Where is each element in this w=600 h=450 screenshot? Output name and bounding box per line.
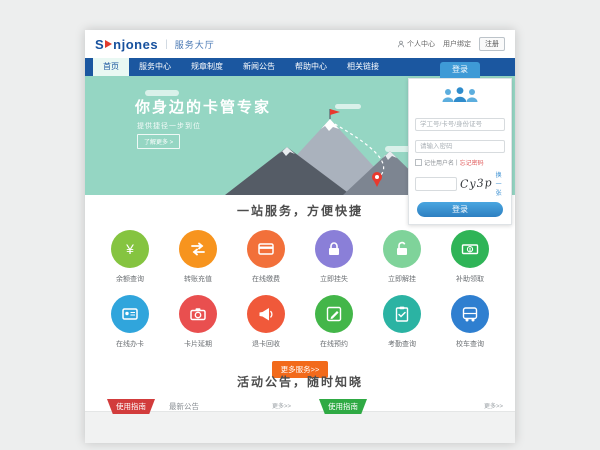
captcha-image[interactable]: Cy3p (460, 176, 493, 191)
password-input[interactable] (415, 140, 505, 153)
service-item-subsidy[interactable]: $ 补助领取 (439, 230, 501, 284)
service-item-balance[interactable]: ¥ 余额查询 (99, 230, 161, 284)
captcha-input[interactable] (415, 177, 457, 191)
tab-latest-news[interactable]: 最新公告 (169, 399, 199, 414)
services-row-2: 在线办卡 卡片延期 退卡回收 在线预约 (85, 295, 515, 349)
remember-row: 记住用户名 | 忘记密码 (415, 158, 505, 167)
lock-icon (315, 230, 353, 268)
site-header: S njones | 服务大厅 个人中心 用户绑定 注册 (85, 30, 515, 58)
login-card: 登录 记住用户名 | 忘记密码 (408, 62, 512, 225)
user-binding-label: 用户绑定 (443, 39, 471, 49)
service-item-payment[interactable]: 在线缴费 (235, 230, 297, 284)
username-input[interactable] (415, 118, 505, 131)
nav-item-service-center[interactable]: 服务中心 (129, 58, 181, 76)
unlock-icon (383, 230, 421, 268)
users-group-icon (415, 86, 505, 109)
login-form: 记住用户名 | 忘记密码 Cy3p 换一张 登录 (408, 78, 512, 225)
hero-subline: 提供捷径一步到位 (137, 121, 201, 131)
svg-text:¥: ¥ (125, 241, 134, 257)
login-divider: | (456, 160, 458, 166)
service-item-reservation[interactable]: 在线预约 (303, 295, 365, 349)
nav-item-links[interactable]: 相关链接 (337, 58, 389, 76)
yuan-icon: ¥ (111, 230, 149, 268)
megaphone-icon (247, 295, 285, 333)
service-item-transfer[interactable]: 转账充值 (167, 230, 229, 284)
nav-item-help-center[interactable]: 帮助中心 (285, 58, 337, 76)
tab-usage-guide-red[interactable]: 使用指南 (107, 399, 155, 414)
header-divider: | (165, 39, 168, 50)
service-item-school-bus[interactable]: 校车查询 (439, 295, 501, 349)
transfer-arrows-icon (179, 230, 217, 268)
portal-page: S njones | 服务大厅 个人中心 用户绑定 注册 (85, 30, 515, 443)
more-link-left[interactable]: 更多>> (272, 401, 291, 410)
remember-label: 记住用户名 (424, 158, 454, 167)
services-row-1: ¥ 余额查询 转账充值 在线缴费 立即挂失 (85, 230, 515, 284)
announcements-title: 活动公告，随时知晓 (85, 373, 515, 390)
service-item-apply-card[interactable]: 在线办卡 (99, 295, 161, 349)
service-item-card-renewal[interactable]: 卡片延期 (167, 295, 229, 349)
service-item-attendance[interactable]: 考勤查询 (371, 295, 433, 349)
logo[interactable]: S njones (95, 37, 158, 52)
nav-item-home[interactable]: 首页 (93, 58, 129, 76)
service-item-report-loss[interactable]: 立即挂失 (303, 230, 365, 284)
logo-text-prefix: S (95, 37, 104, 52)
screenshot-canvas: S njones | 服务大厅 个人中心 用户绑定 注册 (0, 0, 600, 450)
forgot-password-link[interactable]: 忘记密码 (460, 158, 484, 167)
banknote-icon: $ (451, 230, 489, 268)
announcement-panel-left: 使用指南 最新公告 更多>> (95, 399, 293, 417)
login-tab[interactable]: 登录 (440, 62, 480, 78)
header-right: 个人中心 用户绑定 注册 (397, 37, 505, 51)
service-item-unlock[interactable]: 立即解挂 (371, 230, 433, 284)
announcements-section: 活动公告，随时知晓 使用指南 最新公告 更多>> 使用指南 更多>> (85, 366, 515, 443)
personal-center-link[interactable]: 个人中心 (397, 39, 435, 49)
more-link-right[interactable]: 更多>> (484, 401, 503, 410)
login-submit-button[interactable]: 登录 (417, 202, 503, 217)
logo-text-suffix: njones (113, 37, 158, 52)
tab-usage-guide-green[interactable]: 使用指南 (319, 399, 367, 414)
personal-center-label: 个人中心 (407, 39, 435, 49)
announcement-panels: 使用指南 最新公告 更多>> 使用指南 更多>> (85, 399, 515, 417)
person-icon (397, 40, 405, 48)
nav-item-regulations[interactable]: 规章制度 (181, 58, 233, 76)
announcement-panel-right: 使用指南 更多>> (307, 399, 505, 417)
nav-item-news[interactable]: 新闻公告 (233, 58, 285, 76)
bank-card-icon (247, 230, 285, 268)
service-item-card-return[interactable]: 退卡回收 (235, 295, 297, 349)
hero-headline: 你身边的卡管专家 (135, 96, 271, 117)
register-button[interactable]: 注册 (479, 37, 505, 51)
bus-icon (451, 295, 489, 333)
logo-arrow-icon (105, 40, 112, 48)
remember-checkbox[interactable] (415, 159, 422, 166)
camera-icon (179, 295, 217, 333)
edit-icon (315, 295, 353, 333)
user-binding-link[interactable]: 用户绑定 (443, 39, 471, 49)
clipboard-icon (383, 295, 421, 333)
site-name: 服务大厅 (175, 38, 215, 51)
mountain-illustration (225, 107, 435, 195)
captcha-refresh-link[interactable]: 换一张 (496, 170, 505, 197)
hero-cta-button[interactable]: 了解更多 > (137, 134, 180, 149)
captcha-row: Cy3p 换一张 (415, 170, 505, 197)
id-card-icon (111, 295, 149, 333)
